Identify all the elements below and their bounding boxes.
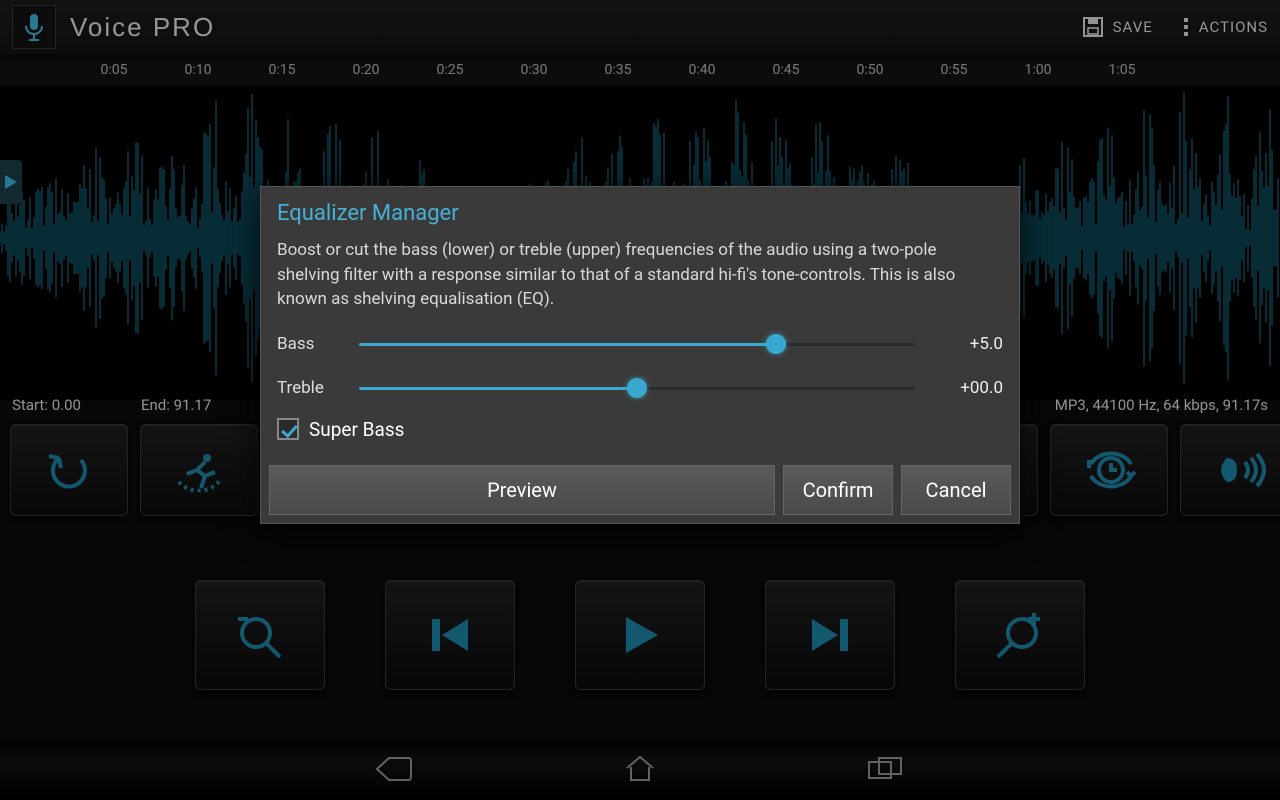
treble-label: Treble (277, 378, 341, 398)
modal-overlay: Equalizer Manager Boost or cut the bass … (0, 0, 1280, 800)
dialog-title: Equalizer Manager (261, 187, 1019, 232)
bass-slider[interactable] (359, 332, 915, 356)
superbass-row: Super Bass (261, 414, 1019, 457)
dialog-description: Boost or cut the bass (lower) or treble … (261, 232, 1019, 326)
treble-row: Treble +00.0 (261, 370, 1019, 414)
treble-value: +00.0 (933, 378, 1003, 398)
treble-slider[interactable] (359, 376, 915, 400)
preview-button[interactable]: Preview (269, 465, 775, 515)
cancel-button[interactable]: Cancel (901, 465, 1011, 515)
equalizer-dialog: Equalizer Manager Boost or cut the bass … (260, 186, 1020, 524)
superbass-checkbox[interactable] (277, 418, 299, 440)
bass-label: Bass (277, 334, 341, 354)
dialog-buttons: Preview Confirm Cancel (261, 457, 1019, 523)
bass-row: Bass +5.0 (261, 326, 1019, 370)
bass-value: +5.0 (933, 334, 1003, 354)
confirm-button[interactable]: Confirm (783, 465, 893, 515)
superbass-label: Super Bass (309, 418, 404, 441)
